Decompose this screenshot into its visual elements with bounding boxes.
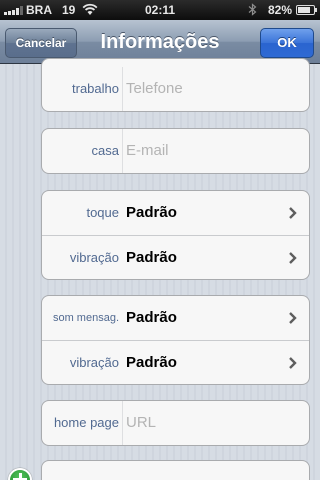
- field-label: casa: [91, 143, 119, 158]
- homepage-group: home page URL: [41, 400, 310, 446]
- vibration-value: Padrão: [126, 354, 177, 371]
- chevron-right-icon: [289, 357, 297, 369]
- ok-button[interactable]: OK: [260, 28, 314, 58]
- field-label: vibração: [69, 355, 119, 370]
- divider: [122, 129, 123, 173]
- chevron-right-icon: [289, 312, 297, 324]
- field-row-work-phone[interactable]: trabalho Telefone: [42, 67, 309, 111]
- divider: [122, 67, 123, 111]
- text-tone-value: Padrão: [126, 309, 177, 326]
- ringtone-group: toque Padrão vibração Padrão: [41, 190, 310, 280]
- email-group: casa E-mail: [41, 128, 310, 174]
- field-row-homepage[interactable]: home page URL: [42, 401, 309, 445]
- row-ringtone[interactable]: toque Padrão: [42, 191, 309, 235]
- row-text-tone[interactable]: som mensag. Padrão: [42, 296, 309, 340]
- battery-percent: 82%: [268, 3, 293, 17]
- row-text-vibration[interactable]: vibração Padrão: [42, 340, 309, 384]
- chevron-right-icon: [289, 207, 297, 219]
- field-label: vibração: [69, 250, 119, 265]
- field-label: toque: [86, 205, 119, 220]
- battery-fill: [298, 7, 311, 13]
- url-input[interactable]: URL: [126, 401, 156, 445]
- row-ring-vibration[interactable]: vibração Padrão: [42, 235, 309, 279]
- field-label: som mensag.: [52, 312, 119, 324]
- status-bar: BRA 19 02:11 82%: [0, 0, 320, 20]
- battery-icon: [296, 5, 317, 15]
- bluetooth-icon: [248, 3, 257, 16]
- field-label: home page: [53, 415, 119, 430]
- vibration-value: Padrão: [126, 249, 177, 266]
- chevron-right-icon: [289, 252, 297, 264]
- divider: [122, 401, 123, 445]
- email-input[interactable]: E-mail: [126, 129, 169, 173]
- phone-group: trabalho Telefone: [41, 58, 310, 112]
- text-tone-group: som mensag. Padrão vibração Padrão: [41, 295, 310, 385]
- ringtone-value: Padrão: [126, 204, 177, 221]
- field-row-home-email[interactable]: casa E-mail: [42, 129, 309, 173]
- next-group: [41, 460, 310, 480]
- phone-input[interactable]: Telefone: [126, 67, 183, 111]
- field-label: trabalho: [72, 81, 119, 96]
